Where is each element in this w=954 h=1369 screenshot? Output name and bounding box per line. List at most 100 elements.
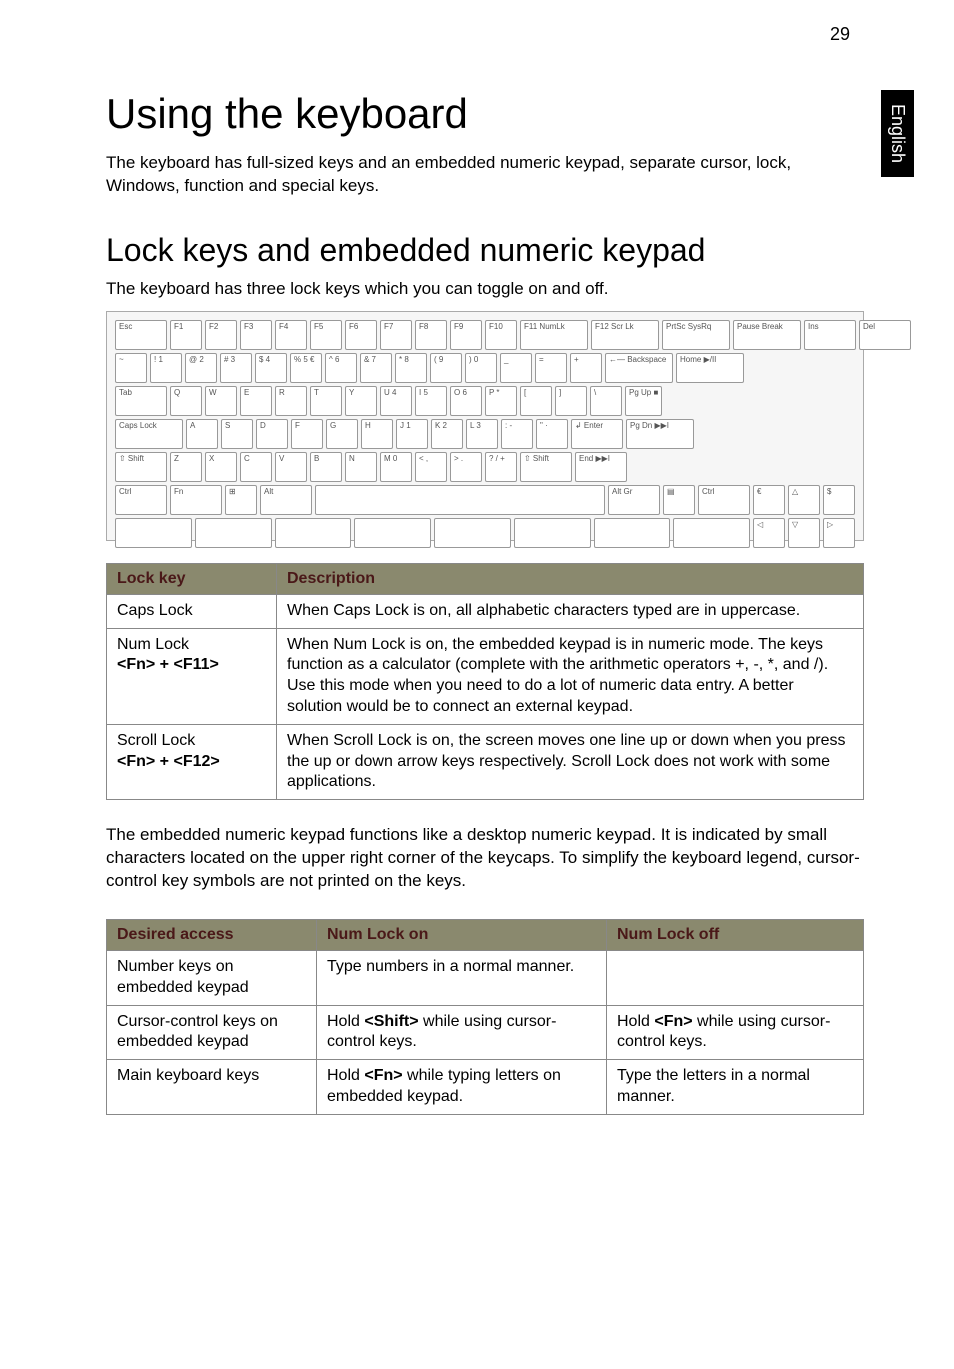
- keyboard-key: G: [326, 419, 358, 449]
- keyboard-key: F9: [450, 320, 482, 350]
- table-header: Num Lock on: [317, 920, 607, 951]
- keyboard-key: P *: [485, 386, 517, 416]
- keyboard-key: F11 NumLk: [520, 320, 588, 350]
- keyboard-key: Z: [170, 452, 202, 482]
- keyboard-key: E: [240, 386, 272, 416]
- keyboard-key: ⇧ Shift: [520, 452, 572, 482]
- table-header: Desired access: [107, 920, 317, 951]
- keyboard-key: < ,: [415, 452, 447, 482]
- table-header: Num Lock off: [607, 920, 864, 951]
- keyboard-key: ▷: [823, 518, 855, 548]
- keyboard-key: & 7: [360, 353, 392, 383]
- keyboard-key: H: [361, 419, 393, 449]
- keyboard-key: Esc: [115, 320, 167, 350]
- keyboard-key: ~: [115, 353, 147, 383]
- keyboard-key: F: [291, 419, 323, 449]
- keyboard-key: [434, 518, 511, 548]
- keyboard-key: Del: [859, 320, 911, 350]
- keyboard-key: ]: [555, 386, 587, 416]
- keyboard-key: [195, 518, 272, 548]
- keyboard-key: C: [240, 452, 272, 482]
- description-cell: When Caps Lock is on, all alphabetic cha…: [277, 594, 864, 628]
- keyboard-key: Pause Break: [733, 320, 801, 350]
- keyboard-key: PrtSc SysRq: [662, 320, 730, 350]
- keyboard-key: ⊞: [225, 485, 257, 515]
- keyboard-key: ↲ Enter: [571, 419, 623, 449]
- keyboard-key: % 5 €: [290, 353, 322, 383]
- keyboard-key: O 6: [450, 386, 482, 416]
- keyboard-key: [315, 485, 605, 515]
- keyboard-key: " ·: [536, 419, 568, 449]
- keyboard-key: _: [500, 353, 532, 383]
- keyboard-key: V: [275, 452, 307, 482]
- keyboard-key: Ins: [804, 320, 856, 350]
- lock-keys-table: Lock key Description Caps LockWhen Caps …: [106, 563, 864, 800]
- table-row: Caps LockWhen Caps Lock is on, all alpha…: [107, 594, 864, 628]
- access-cell: Number keys on embedded keypad: [107, 951, 317, 1006]
- table-row: Main keyboard keysHold <Fn> while typing…: [107, 1060, 864, 1115]
- keyboard-key: =: [535, 353, 567, 383]
- section-caption: The keyboard has three lock keys which y…: [106, 279, 864, 299]
- keyboard-key: ? / +: [485, 452, 517, 482]
- keyboard-key: F10: [485, 320, 517, 350]
- keyboard-key: Caps Lock: [115, 419, 183, 449]
- table-row: Number keys on embedded keypadType numbe…: [107, 951, 864, 1006]
- numlock-off-cell: [607, 951, 864, 1006]
- keyboard-key: [594, 518, 671, 548]
- keyboard-key: @ 2: [185, 353, 217, 383]
- body-paragraph: The embedded numeric keypad functions li…: [106, 824, 864, 893]
- keyboard-key: F5: [310, 320, 342, 350]
- description-cell: When Num Lock is on, the embedded keypad…: [277, 628, 864, 724]
- keyboard-key: Tab: [115, 386, 167, 416]
- description-cell: When Scroll Lock is on, the screen moves…: [277, 724, 864, 799]
- lock-key-cell: Caps Lock: [107, 594, 277, 628]
- keyboard-key: [: [520, 386, 552, 416]
- keyboard-key: ▽: [788, 518, 820, 548]
- access-cell: Cursor-control keys on embedded keypad: [107, 1005, 317, 1060]
- keyboard-key: W: [205, 386, 237, 416]
- keyboard-diagram: EscF1F2F3F4F5F6F7F8F9F10F11 NumLkF12 Scr…: [106, 311, 864, 541]
- keyboard-key: K 2: [431, 419, 463, 449]
- keyboard-key: \: [590, 386, 622, 416]
- numlock-on-cell: Type numbers in a normal manner.: [317, 951, 607, 1006]
- keyboard-key: J 1: [396, 419, 428, 449]
- keyboard-key: Fn: [170, 485, 222, 515]
- section-heading: Lock keys and embedded numeric keypad: [106, 232, 864, 269]
- keyboard-key: M 0: [380, 452, 412, 482]
- keyboard-key: I 5: [415, 386, 447, 416]
- keyboard-key: ⇧ Shift: [115, 452, 167, 482]
- lock-key-cell: Num Lock<Fn> + <F11>: [107, 628, 277, 724]
- keyboard-key: Q: [170, 386, 202, 416]
- keyboard-key: B: [310, 452, 342, 482]
- keyboard-key: Ctrl: [115, 485, 167, 515]
- keyboard-key: ←— Backspace: [605, 353, 673, 383]
- keyboard-key: △: [788, 485, 820, 515]
- keyboard-key: €: [753, 485, 785, 515]
- keyboard-key: F2: [205, 320, 237, 350]
- keyboard-key: ! 1: [150, 353, 182, 383]
- keyboard-key: Pg Up ■: [625, 386, 662, 416]
- keyboard-key: Alt Gr: [608, 485, 660, 515]
- lock-key-cell: Scroll Lock<Fn> + <F12>: [107, 724, 277, 799]
- keyboard-key: [115, 518, 192, 548]
- keyboard-key: S: [221, 419, 253, 449]
- keyboard-key: R: [275, 386, 307, 416]
- keyboard-key: N: [345, 452, 377, 482]
- keyboard-key: F6: [345, 320, 377, 350]
- keyboard-key: End ▶▶I: [575, 452, 627, 482]
- keyboard-key: Ctrl: [698, 485, 750, 515]
- access-cell: Main keyboard keys: [107, 1060, 317, 1115]
- keyboard-key: Alt: [260, 485, 312, 515]
- keyboard-key: ( 9: [430, 353, 462, 383]
- keyboard-key: # 3: [220, 353, 252, 383]
- keyboard-key: F3: [240, 320, 272, 350]
- keyboard-key: ) 0: [465, 353, 497, 383]
- keyboard-key: A: [186, 419, 218, 449]
- keyboard-key: U 4: [380, 386, 412, 416]
- keyboard-key: F7: [380, 320, 412, 350]
- keyboard-key: [354, 518, 431, 548]
- keyboard-key: * 8: [395, 353, 427, 383]
- table-row: Num Lock<Fn> + <F11>When Num Lock is on,…: [107, 628, 864, 724]
- keyboard-key: : -: [501, 419, 533, 449]
- language-tab: English: [881, 90, 914, 177]
